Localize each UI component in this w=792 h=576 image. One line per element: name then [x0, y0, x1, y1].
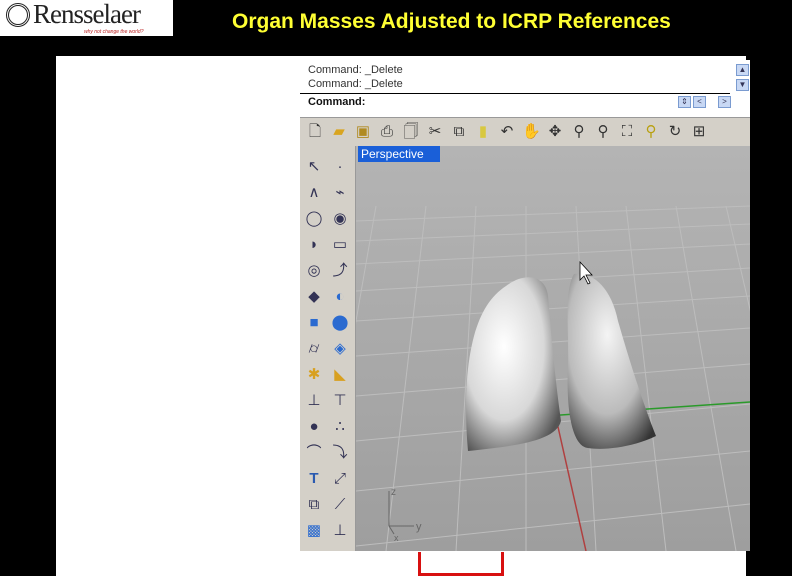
move-icon[interactable]: ⤢ [329, 468, 351, 490]
split-icon[interactable]: ⊤ [329, 390, 351, 412]
sphere-icon[interactable]: ⬤ [329, 312, 351, 334]
circle-3pt-icon[interactable]: ◉ [329, 208, 351, 230]
box-icon[interactable]: ■ [303, 312, 325, 334]
command-history-line: Command: _Delete [308, 64, 403, 76]
command-input[interactable]: Command: [300, 93, 730, 111]
open-icon[interactable]: ▰ [330, 123, 348, 141]
circle-icon[interactable]: ◯ [303, 208, 325, 230]
paste-icon[interactable]: ▮ [474, 123, 492, 141]
block-icon[interactable]: ▩ [303, 520, 325, 542]
new-icon[interactable]: 🗋 [306, 123, 324, 141]
point-icon[interactable]: · [329, 156, 351, 178]
points-icon[interactable]: ∴ [329, 416, 351, 438]
logo-name: Rensselaer [33, 0, 141, 29]
curve-icon[interactable]: ⌁ [329, 182, 351, 204]
cut-icon[interactable]: ✂ [426, 123, 444, 141]
arc-icon[interactable]: ◗ [303, 234, 325, 256]
red-bracket-annotation [418, 552, 504, 576]
zoom-icon[interactable]: ⚲ [570, 123, 588, 141]
transform-icon[interactable]: ⟋ [329, 494, 351, 516]
ellipse-icon[interactable]: ◎ [303, 260, 325, 282]
rotate-icon[interactable]: ✥ [546, 123, 564, 141]
main-toolbar: ↖ ∧ ◯ ◗ ◎ ◆ ■ ⌭ ✱ ⊥ ● ⌒ T ⧉ ▩ · ⌁ ◉ ▭ ⤴ … [300, 146, 356, 551]
pan-icon[interactable]: ✋ [522, 123, 541, 141]
blend-icon[interactable]: ⤵ [329, 442, 351, 464]
zoom-selected-icon[interactable]: ⚲ [642, 123, 660, 141]
fillet-icon[interactable]: ⌒ [303, 442, 325, 464]
group-icon[interactable]: ⧉ [303, 494, 325, 516]
explode-icon[interactable]: ✱ [303, 364, 325, 386]
slide-title: Organ Masses Adjusted to ICRP References [232, 10, 671, 33]
trim-icon[interactable]: ⊥ [303, 390, 325, 412]
loft-icon[interactable]: ◐ [329, 286, 351, 308]
prev-button[interactable]: < [693, 96, 706, 108]
cylinder-icon[interactable]: ⌭ [303, 338, 325, 360]
four-viewports-icon[interactable]: ⊞ [690, 123, 708, 141]
surface-icon[interactable]: ◆ [303, 286, 325, 308]
save-icon[interactable]: ▣ [354, 123, 372, 141]
command-history-line: Command: _Delete [308, 78, 403, 90]
axis-x-label: x [394, 533, 399, 543]
rotate-view-icon[interactable]: ↻ [666, 123, 684, 141]
seal-icon [6, 3, 30, 27]
mesh-icon[interactable]: ◣ [329, 364, 351, 386]
viewport-scene: z y x [356, 146, 750, 551]
rectangle-icon[interactable]: ▭ [329, 234, 351, 256]
viewport-tab-perspective[interactable]: Perspective [358, 146, 440, 162]
axis-y-label: y [416, 521, 422, 533]
undo-icon[interactable]: ↶ [498, 123, 516, 141]
boolean-icon[interactable]: ● [303, 416, 325, 438]
zoom-window-icon[interactable]: ⚲ [594, 123, 612, 141]
command-area: Command: _Delete Command: _Delete Comman… [300, 60, 750, 118]
rhino-window: Command: _Delete Command: _Delete Comman… [300, 60, 750, 551]
dimension-icon[interactable]: ⊥ [329, 520, 351, 542]
scroll-up-button[interactable]: ▲ [736, 64, 749, 76]
options-button[interactable]: ⇕ [678, 96, 691, 108]
zoom-extents-icon[interactable]: ⛶ [618, 123, 636, 141]
next-button[interactable]: > [718, 96, 731, 108]
print-icon[interactable]: ⎙ [378, 123, 396, 141]
select-icon[interactable]: ↖ [303, 156, 325, 178]
scroll-down-button[interactable]: ▼ [736, 79, 749, 91]
polyline-icon[interactable]: ∧ [303, 182, 325, 204]
copy-icon[interactable]: ⧉ [450, 123, 468, 141]
perspective-viewport[interactable]: z y x Perspective [356, 146, 750, 551]
plane-icon[interactable]: ◈ [329, 338, 351, 360]
curve-edit-icon[interactable]: ⤴ [329, 260, 351, 282]
axis-z-label: z [391, 487, 396, 498]
rensselaer-logo: Rensselaer why not change the world? [0, 0, 173, 36]
text-icon[interactable]: T [303, 468, 325, 490]
properties-icon[interactable]: 🗍 [402, 123, 420, 141]
logo-tagline: why not change the world? [84, 29, 144, 35]
standard-toolbar: 🗋 ▰ ▣ ⎙ 🗍 ✂ ⧉ ▮ ↶ ✋ ✥ ⚲ ⚲ ⛶ ⚲ ↻ ⊞ [300, 118, 750, 146]
